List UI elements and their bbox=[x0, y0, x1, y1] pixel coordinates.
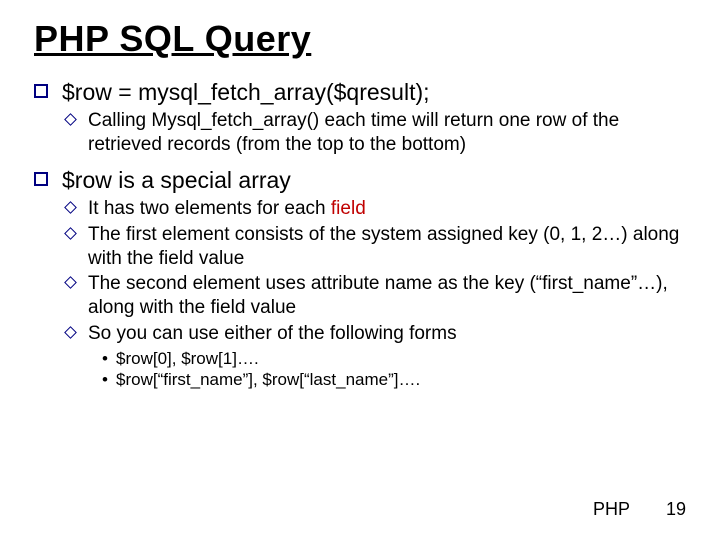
diamond-bullet-icon bbox=[64, 276, 77, 289]
bullet-1-text: $row = mysql_fetch_array($qresult); bbox=[62, 79, 430, 105]
diamond-bullet-icon bbox=[64, 326, 77, 339]
bullet-item-1: $row = mysql_fetch_array($qresult); Call… bbox=[34, 78, 686, 156]
sub-1-1-text: Calling Mysql_fetch_array() each time wi… bbox=[88, 110, 619, 155]
footer-label: PHP bbox=[593, 499, 630, 520]
sub-sub-list: $row[0], $row[1]…. $row[“first_name”], $… bbox=[102, 348, 686, 391]
diamond-bullet-icon bbox=[64, 227, 77, 240]
sub-2-3-text: The second element uses attribute name a… bbox=[88, 273, 668, 318]
sub-2-2-text: The first element consists of the system… bbox=[88, 224, 679, 269]
bullet-2-text: $row is a special array bbox=[62, 167, 291, 193]
page-number: 19 bbox=[666, 499, 686, 520]
sub-item-2-4: So you can use either of the following f… bbox=[62, 322, 686, 390]
diamond-bullet-icon bbox=[64, 113, 77, 126]
bullet-list: $row = mysql_fetch_array($qresult); Call… bbox=[34, 78, 686, 390]
slide-title: PHP SQL Query bbox=[34, 18, 686, 60]
bullet-item-2: $row is a special array It has two eleme… bbox=[34, 166, 686, 390]
sub-sub-item-b: $row[“first_name”], $row[“last_name”]…. bbox=[102, 369, 686, 390]
square-bullet-icon bbox=[34, 84, 48, 98]
sub-2-4-text: So you can use either of the following f… bbox=[88, 323, 457, 344]
sub-sub-a-text: $row[0], $row[1]…. bbox=[116, 349, 259, 368]
sub-item-2-2: The first element consists of the system… bbox=[62, 223, 686, 271]
slide: PHP SQL Query $row = mysql_fetch_array($… bbox=[0, 0, 720, 540]
sub-2-1-pre: It has two elements for each bbox=[88, 198, 331, 219]
sub-list-1: Calling Mysql_fetch_array() each time wi… bbox=[62, 109, 686, 157]
square-bullet-icon bbox=[34, 172, 48, 186]
sub-list-2: It has two elements for each field The f… bbox=[62, 197, 686, 390]
sub-item-2-3: The second element uses attribute name a… bbox=[62, 272, 686, 320]
sub-item-1-1: Calling Mysql_fetch_array() each time wi… bbox=[62, 109, 686, 157]
diamond-bullet-icon bbox=[64, 201, 77, 214]
sub-sub-item-a: $row[0], $row[1]…. bbox=[102, 348, 686, 369]
sub-2-1-highlight: field bbox=[331, 198, 366, 219]
sub-item-2-1: It has two elements for each field bbox=[62, 197, 686, 221]
sub-sub-b-text: $row[“first_name”], $row[“last_name”]…. bbox=[116, 370, 420, 389]
